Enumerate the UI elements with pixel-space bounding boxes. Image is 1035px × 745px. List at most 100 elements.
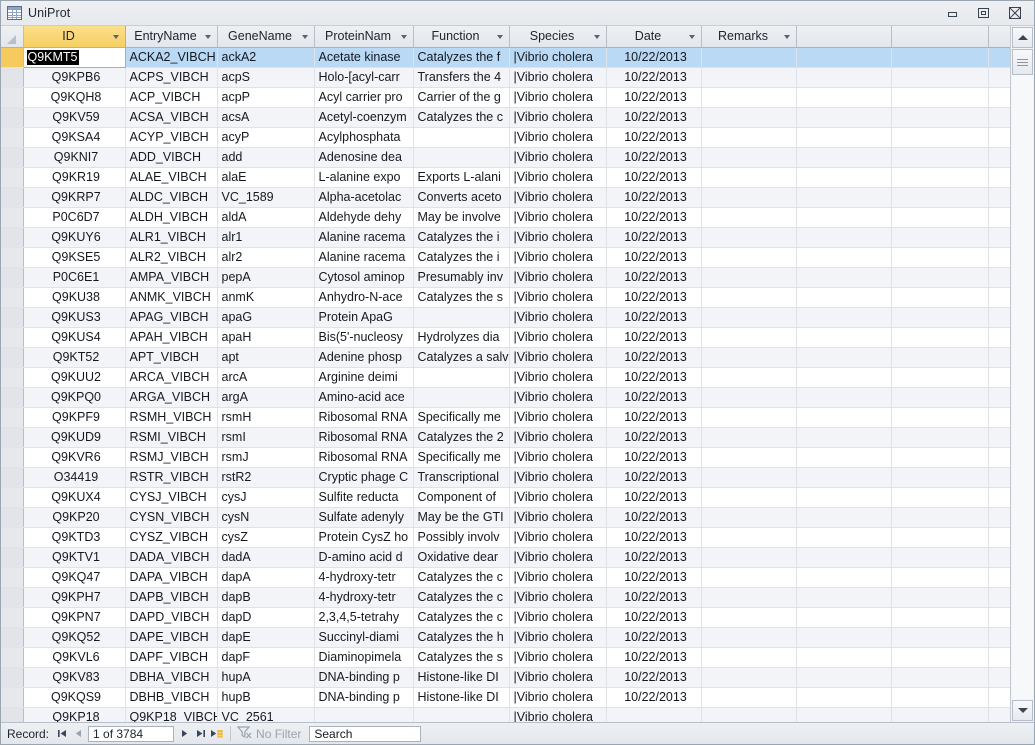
row-selector[interactable]	[1, 447, 24, 468]
cell-id[interactable]: Q9KVR6	[23, 447, 126, 468]
cell-remarks[interactable]	[701, 67, 797, 88]
cell-date[interactable]: 10/22/2013	[606, 227, 702, 248]
column-header-species[interactable]: Species	[509, 26, 607, 48]
cell-date[interactable]: 10/22/2013	[606, 627, 702, 648]
row-selector[interactable]	[1, 227, 24, 248]
cell-remarks[interactable]	[701, 447, 797, 468]
cell-empty[interactable]	[891, 467, 989, 488]
cell-remarks[interactable]	[701, 687, 797, 708]
cell-empty[interactable]	[891, 607, 989, 628]
cell-empty[interactable]	[988, 607, 1010, 628]
cell-empty[interactable]	[891, 367, 989, 388]
cell-genename[interactable]: dapB	[217, 587, 315, 608]
cell-function[interactable]: Catalyzes a salv	[413, 347, 510, 368]
cell-remarks[interactable]	[701, 167, 797, 188]
cell-species[interactable]: |Vibrio cholera	[509, 127, 607, 148]
cell-id[interactable]: Q9KSA4	[23, 127, 126, 148]
row-selector[interactable]	[1, 647, 24, 668]
cell-id[interactable]: Q9KPF9	[23, 407, 126, 428]
cell-id[interactable]: P0C6D7	[23, 207, 126, 228]
table-row[interactable]: Q9KR19 ALAE_VIBCH alaE L-alanine expo Export…	[1, 167, 1010, 188]
row-selector[interactable]	[1, 387, 24, 408]
cell-function[interactable]: Transcriptional	[413, 467, 510, 488]
cell-species[interactable]: |Vibrio cholera	[509, 367, 607, 388]
cell-entryname[interactable]: ADD_VIBCH	[125, 147, 218, 168]
cell-empty[interactable]	[891, 547, 989, 568]
cell-genename[interactable]: dapE	[217, 627, 315, 648]
cell-id[interactable]: Q9KT52	[23, 347, 126, 368]
cell-date[interactable]: 10/22/2013	[606, 107, 702, 128]
cell-proteinnam[interactable]: Sulfate adenyly	[314, 507, 414, 528]
row-selector[interactable]	[1, 287, 24, 308]
cell-empty[interactable]	[891, 327, 989, 348]
table-row[interactable]: Q9KU38 ANMK_VIBCH anmK Anhydro-N-ace Catalyz…	[1, 287, 1010, 308]
cell-date[interactable]	[606, 707, 702, 722]
cell-entryname[interactable]: CYSJ_VIBCH	[125, 487, 218, 508]
cell-id[interactable]: Q9KV59	[23, 107, 126, 128]
cell-empty[interactable]	[891, 107, 989, 128]
cell-function[interactable]: Converts aceto	[413, 187, 510, 208]
cell-empty[interactable]	[988, 547, 1010, 568]
cell-species[interactable]: |Vibrio cholera	[509, 487, 607, 508]
cell-empty[interactable]	[796, 227, 892, 248]
chevron-down-icon[interactable]	[111, 26, 122, 47]
cell-empty[interactable]	[988, 327, 1010, 348]
cell-function[interactable]	[413, 367, 510, 388]
cell-empty[interactable]	[796, 527, 892, 548]
cell-function[interactable]	[413, 307, 510, 328]
cell-id[interactable]: Q9KP18	[23, 707, 126, 722]
cell-genename[interactable]: cysJ	[217, 487, 315, 508]
cell-genename[interactable]: acpP	[217, 87, 315, 108]
cell-genename[interactable]: acsA	[217, 107, 315, 128]
cell-genename[interactable]: rsmI	[217, 427, 315, 448]
cell-remarks[interactable]	[701, 467, 797, 488]
cell-species[interactable]: |Vibrio cholera	[509, 307, 607, 328]
cell-empty[interactable]	[988, 687, 1010, 708]
cell-empty[interactable]	[988, 587, 1010, 608]
cell-species[interactable]: |Vibrio cholera	[509, 167, 607, 188]
cell-entryname[interactable]: ARGA_VIBCH	[125, 387, 218, 408]
cell-species[interactable]: |Vibrio cholera	[509, 667, 607, 688]
cell-empty[interactable]	[796, 427, 892, 448]
cell-proteinnam[interactable]: Diaminopimela	[314, 647, 414, 668]
cell-remarks[interactable]	[701, 47, 797, 68]
cell-id[interactable]: Q9KVL6	[23, 647, 126, 668]
chevron-down-icon[interactable]	[203, 26, 214, 47]
cell-empty[interactable]	[891, 307, 989, 328]
table-row[interactable]: Q9KSE5 ALR2_VIBCH alr2 Alanine racema Cataly…	[1, 247, 1010, 268]
table-row[interactable]: Q9KUS3 APAG_VIBCH apaG Protein ApaG |Vibrio …	[1, 307, 1010, 328]
cell-empty[interactable]	[891, 567, 989, 588]
cell-empty[interactable]	[891, 407, 989, 428]
cell-date[interactable]: 10/22/2013	[606, 47, 702, 68]
cell-proteinnam[interactable]: Protein CysZ ho	[314, 527, 414, 548]
cell-function[interactable]: Catalyzes the c	[413, 567, 510, 588]
cell-proteinnam[interactable]: Acetyl-coenzym	[314, 107, 414, 128]
cell-empty[interactable]	[891, 267, 989, 288]
row-selector[interactable]	[1, 487, 24, 508]
cell-empty[interactable]	[891, 147, 989, 168]
cell-function[interactable]: Exports L-alani	[413, 167, 510, 188]
table-row[interactable]: Q9KT52 APT_VIBCH apt Adenine phosp Catalyzes…	[1, 347, 1010, 368]
cell-empty[interactable]	[891, 187, 989, 208]
cell-remarks[interactable]	[701, 247, 797, 268]
table-row[interactable]: Q9KUX4 CYSJ_VIBCH cysJ Sulfite reducta Compo…	[1, 487, 1010, 508]
cell-genename[interactable]: rsmH	[217, 407, 315, 428]
chevron-down-icon[interactable]	[495, 26, 506, 47]
cell-genename[interactable]: acpS	[217, 67, 315, 88]
cell-empty[interactable]	[796, 307, 892, 328]
cell-empty[interactable]	[891, 427, 989, 448]
cell-entryname[interactable]: DAPB_VIBCH	[125, 587, 218, 608]
cell-id[interactable]: Q9KTV1	[23, 547, 126, 568]
cell-entryname[interactable]: RSMI_VIBCH	[125, 427, 218, 448]
cell-empty[interactable]	[796, 687, 892, 708]
last-record-icon[interactable]	[192, 725, 208, 742]
cell-proteinnam[interactable]: Aldehyde dehy	[314, 207, 414, 228]
cell-function[interactable]: Catalyzes the 2	[413, 427, 510, 448]
cell-species[interactable]: |Vibrio cholera	[509, 527, 607, 548]
cell-date[interactable]: 10/22/2013	[606, 427, 702, 448]
cell-date[interactable]: 10/22/2013	[606, 567, 702, 588]
cell-empty[interactable]	[988, 47, 1010, 68]
cell-species[interactable]: |Vibrio cholera	[509, 187, 607, 208]
cell-proteinnam[interactable]: Alanine racema	[314, 227, 414, 248]
cell-genename[interactable]: arcA	[217, 367, 315, 388]
